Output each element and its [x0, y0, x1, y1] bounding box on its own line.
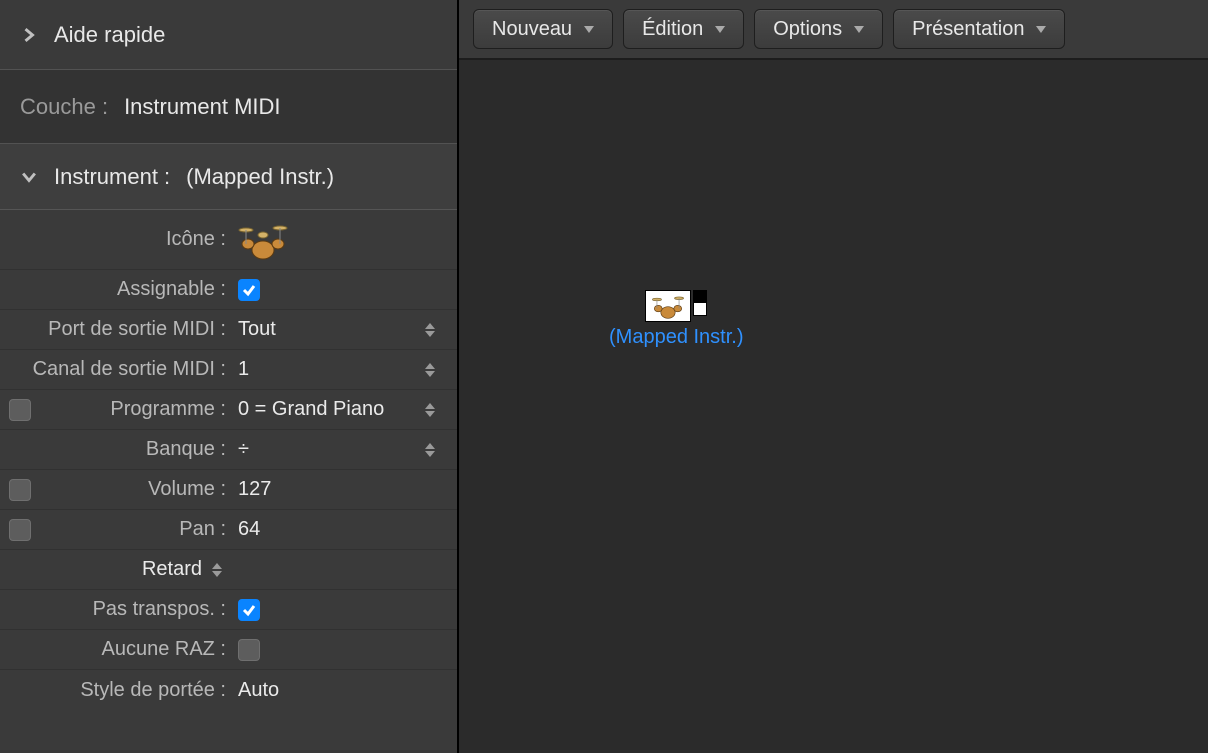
midi-out-port-label: Port de sortie MIDI :: [48, 318, 226, 341]
inspector-sidebar: Aide rapide Couche : Instrument MIDI Ins…: [0, 0, 459, 753]
property-list: Icône :: [0, 210, 457, 710]
object-drum-kit-icon: [645, 290, 691, 322]
new-menu-label: Nouveau: [492, 18, 572, 41]
staff-style-label: Style de portée :: [80, 679, 226, 702]
volume-value[interactable]: 127: [238, 478, 271, 501]
instrument-header[interactable]: Instrument : (Mapped Instr.): [0, 144, 457, 210]
row-delay: Retard: [0, 550, 457, 590]
staff-style-value[interactable]: Auto: [238, 679, 279, 702]
no-reset-checkbox[interactable]: [238, 639, 260, 661]
midi-out-chan-value[interactable]: 1: [238, 358, 249, 381]
row-assignable: Assignable :: [0, 270, 457, 310]
pan-label: Pan :: [179, 518, 226, 541]
bank-label: Banque :: [146, 438, 226, 461]
row-midi-out-chan: Canal de sortie MIDI : 1: [0, 350, 457, 390]
quick-help-header[interactable]: Aide rapide: [0, 0, 457, 70]
bank-stepper[interactable]: [421, 438, 439, 462]
row-icon: Icône :: [0, 210, 457, 270]
toolbar: Nouveau Édition Options Présentation: [459, 0, 1208, 60]
options-menu[interactable]: Options: [754, 9, 883, 49]
caret-down-icon: [1036, 26, 1046, 33]
environment-canvas-area: Nouveau Édition Options Présentation: [459, 0, 1208, 753]
volume-label: Volume :: [148, 478, 226, 501]
volume-enable-checkbox[interactable]: [9, 479, 31, 501]
caret-down-icon: [854, 26, 864, 33]
view-menu-label: Présentation: [912, 18, 1024, 41]
program-stepper[interactable]: [421, 398, 439, 422]
pan-enable-checkbox[interactable]: [9, 519, 31, 541]
bank-value[interactable]: ÷: [238, 438, 249, 461]
edit-menu[interactable]: Édition: [623, 9, 744, 49]
object-label: (Mapped Instr.): [609, 326, 744, 349]
options-menu-label: Options: [773, 18, 842, 41]
program-label: Programme :: [110, 398, 226, 421]
no-transpose-checkbox[interactable]: [238, 599, 260, 621]
row-no-transpose: Pas transpos. :: [0, 590, 457, 630]
caret-down-icon: [584, 26, 594, 33]
flag-icon: [693, 290, 707, 316]
no-transpose-label: Pas transpos. :: [93, 598, 226, 621]
chevron-down-icon: [20, 168, 38, 186]
delay-label[interactable]: Retard: [142, 558, 202, 581]
row-no-reset: Aucune RAZ :: [0, 630, 457, 670]
new-menu[interactable]: Nouveau: [473, 9, 613, 49]
instrument-label: Instrument :: [54, 164, 170, 190]
row-program: Programme : 0 = Grand Piano: [0, 390, 457, 430]
assignable-label: Assignable :: [117, 278, 226, 301]
layer-value: Instrument MIDI: [124, 94, 280, 120]
caret-down-icon: [715, 26, 725, 33]
layer-header: Couche : Instrument MIDI: [0, 70, 457, 144]
row-bank: Banque : ÷: [0, 430, 457, 470]
midi-out-chan-stepper[interactable]: [421, 358, 439, 382]
assignable-checkbox[interactable]: [238, 279, 260, 301]
mapped-instrument-object[interactable]: (Mapped Instr.): [609, 290, 744, 349]
quick-help-label: Aide rapide: [54, 22, 165, 48]
chevron-right-icon: [20, 26, 38, 44]
layer-label: Couche :: [20, 94, 108, 120]
midi-out-port-value[interactable]: Tout: [238, 318, 276, 341]
delay-stepper[interactable]: [208, 558, 226, 582]
view-menu[interactable]: Présentation: [893, 9, 1065, 49]
midi-out-port-stepper[interactable]: [421, 318, 439, 342]
row-pan: Pan : 64: [0, 510, 457, 550]
pan-value[interactable]: 64: [238, 518, 260, 541]
drum-kit-icon[interactable]: [238, 220, 288, 260]
row-volume: Volume : 127: [0, 470, 457, 510]
midi-out-chan-label: Canal de sortie MIDI :: [33, 358, 226, 381]
row-staff-style: Style de portée : Auto: [0, 670, 457, 710]
edit-menu-label: Édition: [642, 18, 703, 41]
row-midi-out-port: Port de sortie MIDI : Tout: [0, 310, 457, 350]
icon-label: Icône :: [166, 228, 226, 251]
environment-canvas[interactable]: (Mapped Instr.): [459, 60, 1208, 753]
program-value[interactable]: 0 = Grand Piano: [238, 398, 384, 421]
program-enable-checkbox[interactable]: [9, 399, 31, 421]
instrument-value: (Mapped Instr.): [186, 164, 334, 190]
no-reset-label: Aucune RAZ :: [101, 638, 226, 661]
